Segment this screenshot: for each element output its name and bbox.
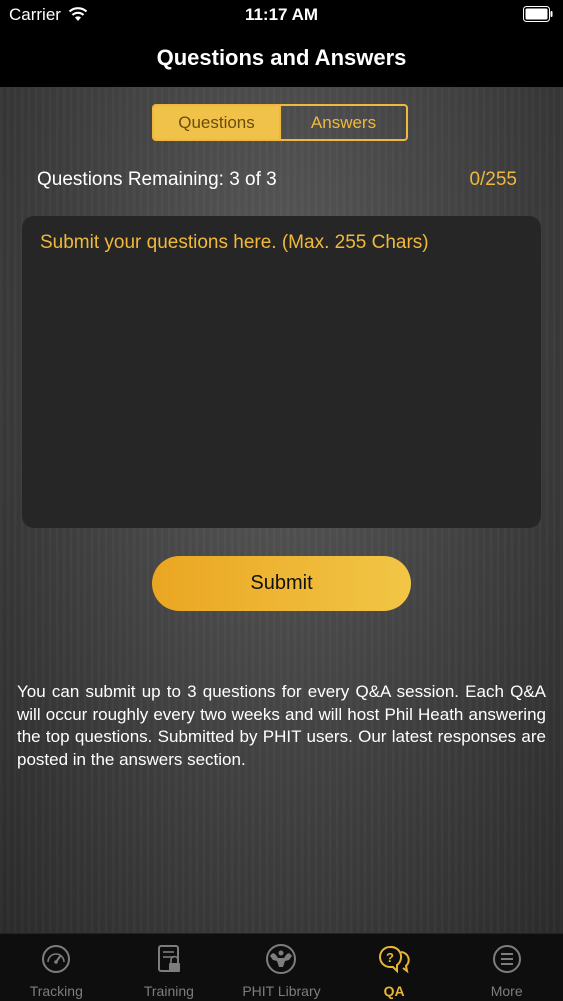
tab-answers[interactable]: Answers (279, 106, 406, 139)
tab-label: More (490, 983, 523, 999)
question-chat-icon: ? (377, 942, 411, 976)
tab-phit-library[interactable]: PHIT Library (225, 934, 338, 1001)
menu-circle-icon (490, 942, 524, 976)
question-input-placeholder: Submit your questions here. (Max. 255 Ch… (40, 232, 429, 253)
tab-label: PHIT Library (242, 983, 321, 999)
tab-bar: Tracking Training PHIT Library ? QA More (0, 933, 563, 1001)
clipboard-lock-icon (152, 942, 186, 976)
character-counter: 0/255 (469, 169, 517, 190)
main-content: Questions Answers Questions Remaining: 3… (0, 87, 563, 933)
status-bar: Carrier 11:17 AM (0, 0, 563, 30)
svg-text:?: ? (386, 950, 394, 965)
tab-label: QA (383, 983, 405, 999)
tab-questions[interactable]: Questions (154, 106, 279, 139)
tab-qa[interactable]: ? QA (338, 934, 451, 1001)
clock: 11:17 AM (244, 5, 319, 24)
question-input[interactable]: Submit your questions here. (Max. 255 Ch… (22, 216, 541, 528)
tab-training[interactable]: Training (113, 934, 226, 1001)
tab-label: Training (143, 983, 194, 999)
tab-tracking[interactable]: Tracking (0, 934, 113, 1001)
bodybuilder-icon (264, 942, 298, 976)
gauge-icon (39, 942, 73, 976)
tab-more[interactable]: More (450, 934, 563, 1001)
page-title: Questions and Answers (156, 45, 407, 70)
questions-answers-segmented-control: Questions Answers (152, 104, 408, 141)
battery-icon (523, 6, 553, 22)
tab-label: Tracking (29, 983, 83, 999)
navigation-bar: Questions and Answers (0, 30, 563, 87)
submit-button[interactable]: Submit (152, 556, 411, 611)
info-text: You can submit up to 3 questions for eve… (17, 682, 546, 769)
questions-remaining-label: Questions Remaining: 3 of 3 (37, 169, 277, 190)
